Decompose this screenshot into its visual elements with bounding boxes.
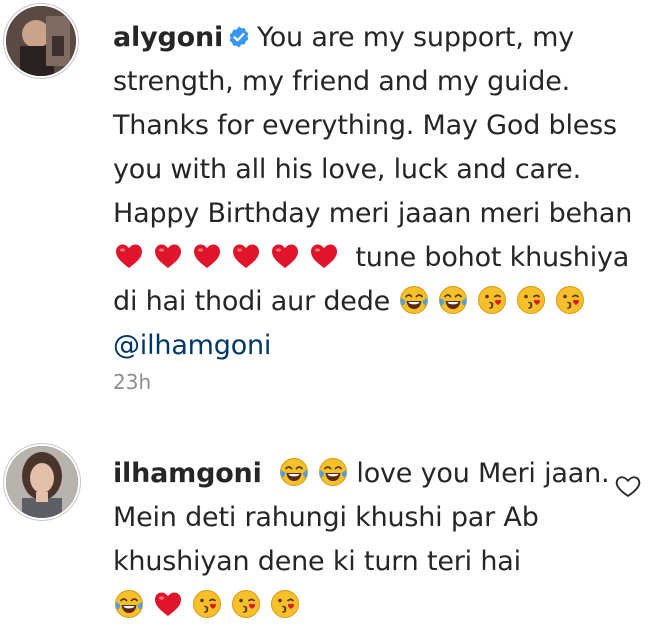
emoji-row bbox=[278, 458, 356, 489]
red-heart-icon bbox=[152, 240, 184, 272]
kissing-face-icon bbox=[476, 284, 508, 316]
emoji-row bbox=[113, 590, 308, 621]
kissing-face-icon bbox=[191, 588, 223, 620]
kissing-face-icon bbox=[515, 284, 547, 316]
comment-text: You are my support, my strength, my frie… bbox=[113, 22, 633, 229]
tears-of-joy-icon bbox=[278, 456, 310, 488]
red-heart-icon bbox=[113, 240, 145, 272]
comment-timestamp[interactable]: 23h bbox=[113, 370, 151, 394]
avatar-alygoni[interactable] bbox=[6, 6, 76, 76]
comment-body: ilhamgoni love you Meri jaan. Mein deti … bbox=[113, 452, 613, 628]
tears-of-joy-icon bbox=[398, 284, 430, 316]
kissing-face-icon bbox=[269, 588, 301, 620]
username-link[interactable]: ilhamgoni bbox=[113, 458, 262, 489]
avatar-photo bbox=[6, 6, 76, 76]
tears-of-joy-icon bbox=[317, 456, 349, 488]
red-heart-icon bbox=[152, 588, 184, 620]
kissing-face-icon bbox=[554, 284, 586, 316]
red-heart-icon bbox=[308, 240, 340, 272]
red-heart-icon bbox=[230, 240, 262, 272]
emoji-row bbox=[398, 286, 593, 317]
avatar-photo bbox=[6, 446, 78, 518]
like-heart-icon[interactable] bbox=[614, 472, 642, 500]
comment-body: alygoni You are my support, my strength, … bbox=[113, 16, 653, 368]
kissing-face-icon bbox=[230, 588, 262, 620]
red-heart-icon bbox=[269, 240, 301, 272]
verified-badge-icon bbox=[227, 25, 251, 49]
tears-of-joy-icon bbox=[113, 588, 145, 620]
mention-link[interactable]: @ilhamgoni bbox=[113, 330, 271, 361]
emoji-row bbox=[113, 242, 347, 273]
tears-of-joy-icon bbox=[437, 284, 469, 316]
red-heart-icon bbox=[191, 240, 223, 272]
username-link[interactable]: alygoni bbox=[113, 22, 223, 53]
avatar-ilhamgoni[interactable] bbox=[6, 446, 78, 518]
